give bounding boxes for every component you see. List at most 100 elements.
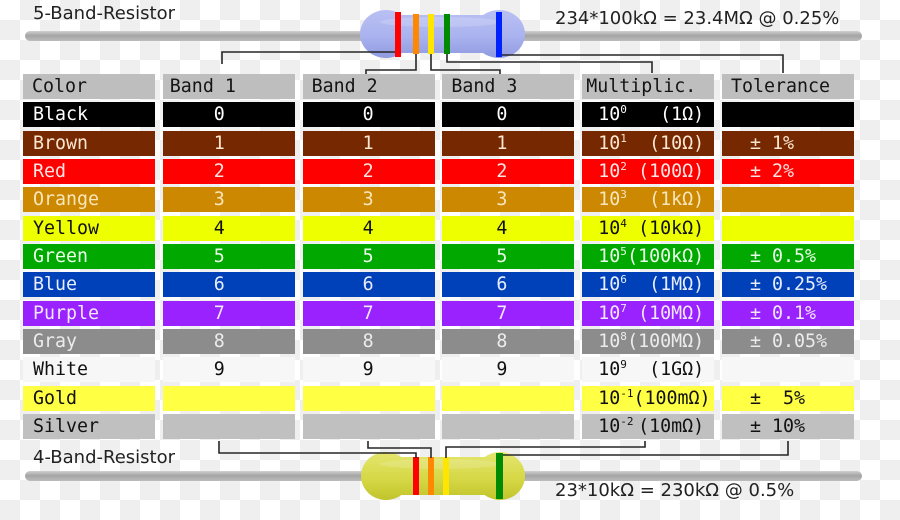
cell-band-1: 7 (162, 300, 295, 326)
multiplier-base: 10 (598, 217, 621, 239)
cell-multiplier: 104 (10kΩ) (582, 215, 715, 241)
cell-band-1: 1 (162, 130, 295, 156)
cell-band-1: 9 (162, 357, 295, 383)
cell-band-2: 3 (302, 187, 435, 213)
cell-color-name: Black (23, 102, 155, 128)
multiplier-exponent: -1 (620, 386, 634, 400)
cell-band-3: 2 (442, 159, 575, 185)
cell-band-2: 2 (302, 159, 435, 185)
header-band-3: Band 3 (442, 74, 575, 99)
multiplier-exponent: -2 (620, 415, 634, 429)
cell-color-name: Gold (23, 385, 155, 411)
multiplier-power: 100 (598, 102, 627, 127)
cell-band-3: 7 (442, 300, 575, 326)
connector-line-band3 (430, 54, 501, 74)
cell-band-2: 7 (302, 300, 435, 326)
cell-color-name: Blue (23, 272, 155, 298)
cell-tolerance (721, 357, 854, 383)
multiplier-power: 107 (598, 301, 627, 326)
cell-band-1 (162, 414, 295, 440)
body-highlight (380, 459, 500, 469)
color-code-table: Color Band 1 Band 2 Band 3 Multiplic. To… (23, 74, 854, 440)
cell-band-2: 6 (302, 272, 435, 298)
cell-band-2: 1 (302, 130, 435, 156)
cell-multiplier: 101 (10Ω) (582, 130, 715, 156)
multiplier-exponent: 2 (620, 160, 627, 174)
cell-band-3: 8 (442, 329, 575, 355)
band-5band-1 (395, 12, 401, 57)
band-5band-2 (413, 14, 419, 54)
multiplier-value: (1Ω) (660, 104, 705, 126)
cell-tolerance (721, 102, 854, 128)
multiplier-base: 10 (598, 359, 621, 381)
multiplier-base: 10 (598, 387, 621, 409)
cell-band-2 (302, 385, 435, 411)
multiplier-value: (100Ω) (638, 161, 705, 183)
cell-band-3: 5 (442, 244, 575, 270)
cell-tolerance: ± 1% (721, 130, 854, 156)
header-tolerance: Tolerance (721, 74, 854, 99)
multiplier-value: (1MΩ) (649, 274, 705, 296)
cell-multiplier: 107 (10MΩ) (582, 300, 715, 326)
cell-multiplier: 10-1 (100mΩ) (582, 385, 715, 411)
multiplier-value: (10Ω) (649, 132, 705, 154)
cell-band-1: 2 (162, 159, 295, 185)
cell-tolerance: ± 5% (721, 385, 854, 411)
connector-line-tolerance (502, 54, 784, 73)
header-color: Color (23, 74, 155, 99)
multiplier-value: (10MΩ) (638, 302, 705, 324)
cell-band-1: 6 (162, 272, 295, 298)
cell-color-name: Orange (23, 187, 155, 213)
cell-color-name: Brown (23, 130, 155, 156)
cell-band-3 (442, 414, 575, 440)
cell-color-name: Gray (23, 329, 155, 355)
cell-band-2: 5 (302, 244, 435, 270)
cell-band-1: 0 (162, 102, 295, 128)
cell-tolerance: ± 0.05% (721, 329, 854, 355)
multiplier-exponent: 9 (620, 358, 627, 372)
multiplier-exponent: 8 (620, 330, 627, 344)
multiplier-exponent: 5 (620, 245, 627, 259)
multiplier-power: 108 (598, 329, 627, 354)
cell-band-2: 8 (302, 329, 435, 355)
multiplier-base: 10 (598, 161, 621, 183)
cell-band-3: 4 (442, 215, 575, 241)
multiplier-exponent: 6 (620, 273, 627, 287)
cell-tolerance: ± 0.5% (721, 244, 854, 270)
multiplier-base: 10 (598, 331, 621, 353)
cell-multiplier: 103 (1kΩ) (582, 187, 715, 213)
cell-band-1: 5 (162, 244, 295, 270)
cell-multiplier: 106 (1MΩ) (582, 272, 715, 298)
cell-color-name: Red (23, 159, 155, 185)
cell-band-1 (162, 385, 295, 411)
cell-band-3: 3 (442, 187, 575, 213)
band-4band-2 (428, 457, 434, 495)
cell-multiplier: 100 (1Ω) (582, 102, 715, 128)
cell-multiplier: 102 (100Ω) (582, 159, 715, 185)
multiplier-exponent: 4 (620, 216, 627, 230)
cell-band-1: 3 (162, 187, 295, 213)
header-multiplier: Multiplic. (582, 74, 715, 99)
multiplier-power: 10-1 (598, 386, 633, 411)
multiplier-base: 10 (598, 274, 621, 296)
multiplier-value: (10kΩ) (638, 217, 705, 239)
multiplier-power: 102 (598, 159, 627, 184)
cell-band-2: 9 (302, 357, 435, 383)
multiplier-power: 106 (598, 272, 627, 297)
multiplier-exponent: 0 (620, 103, 627, 117)
multiplier-base: 10 (598, 189, 621, 211)
multiplier-exponent: 1 (620, 131, 627, 145)
cell-band-3: 9 (442, 357, 575, 383)
cell-band-3: 6 (442, 272, 575, 298)
multiplier-exponent: 3 (620, 188, 627, 202)
band-5band-4 (444, 14, 450, 54)
four-band-title: 4-Band-Resistor (33, 447, 176, 468)
cell-band-1: 8 (162, 329, 295, 355)
multiplier-base: 10 (598, 302, 621, 324)
multiplier-value: (100MΩ) (627, 331, 705, 353)
cell-color-name: Green (23, 244, 155, 270)
multiplier-power: 104 (598, 216, 627, 241)
band-4band-3 (443, 457, 449, 495)
connector-line-band1 (221, 51, 395, 64)
multiplier-power: 105 (598, 244, 627, 269)
